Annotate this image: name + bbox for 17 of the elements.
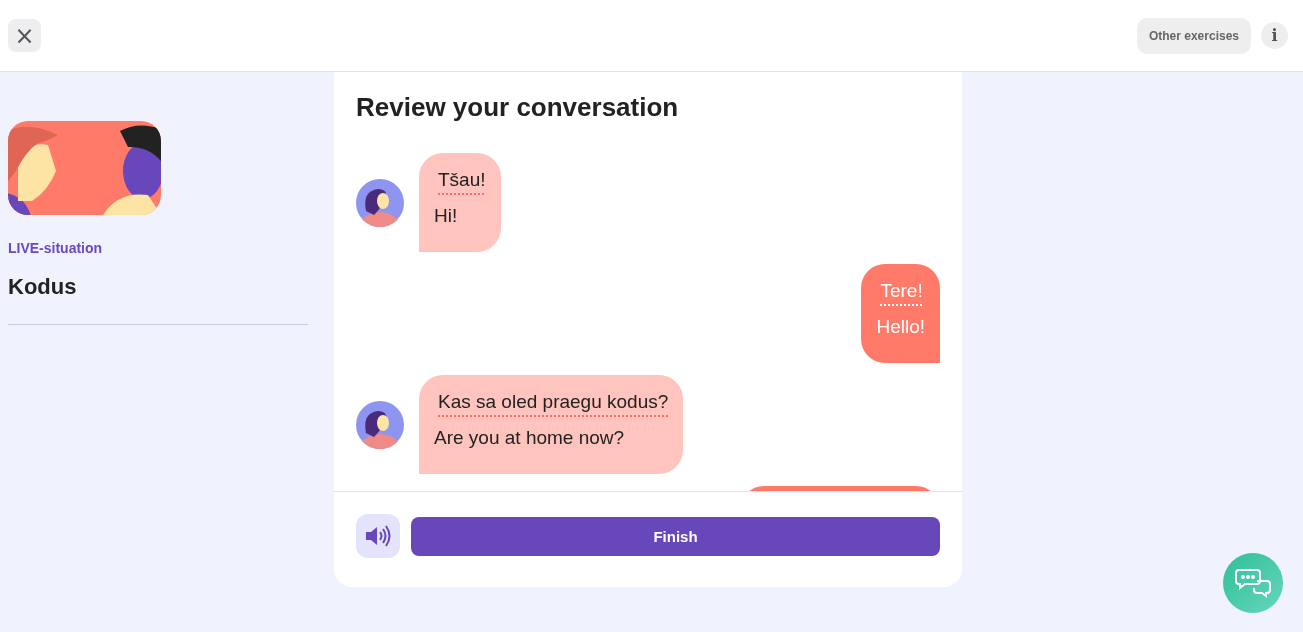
- review-title: Review your conversation: [356, 92, 680, 123]
- lesson-title: Kodus: [8, 274, 78, 300]
- translation-text: Hi!: [434, 205, 459, 227]
- phrase-text[interactable]: Kas sa oled praegu kodus?: [434, 391, 669, 413]
- avatar-icon: [356, 178, 404, 227]
- translation-text: Hello!: [876, 316, 925, 338]
- speaker-icon: [365, 525, 391, 547]
- category-label: LIVE-situation: [8, 240, 104, 256]
- translation-text: Are you at home now?: [434, 427, 626, 449]
- avatar-icon: [356, 400, 404, 449]
- phrase-text[interactable]: Tšau!: [434, 169, 486, 191]
- finish-button[interactable]: Finish: [411, 516, 940, 556]
- info-button[interactable]: i: [1261, 22, 1288, 49]
- other-exercises-button[interactable]: Other exercises: [1136, 17, 1251, 54]
- speaker-button[interactable]: [356, 514, 400, 558]
- chat-icon: [1235, 568, 1271, 598]
- close-button[interactable]: ×: [8, 19, 41, 52]
